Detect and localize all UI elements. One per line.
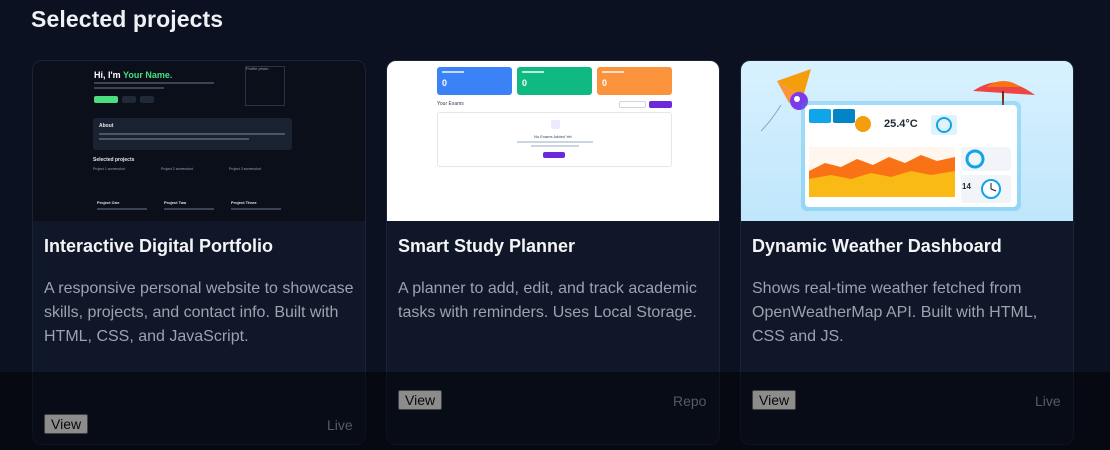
thumb-greeting: Hi, I'm Your Name. bbox=[94, 70, 173, 80]
view-button[interactable]: View bbox=[752, 390, 797, 410]
thumb-photo bbox=[245, 66, 285, 106]
thumb-clock: 14 bbox=[962, 182, 971, 191]
project-thumbnail: Hi, I'm Your Name. Profile photo About S… bbox=[33, 61, 365, 221]
project-description: A planner to add, edit, and track academ… bbox=[398, 280, 697, 321]
thumb-stat-card: 0 bbox=[517, 67, 592, 95]
project-description: Shows real-time weather fetched from Ope… bbox=[752, 280, 1038, 345]
live-link[interactable]: Live bbox=[327, 417, 353, 433]
project-thumbnail: 25.4°C 14 bbox=[741, 61, 1073, 221]
project-description: A responsive personal website to showcas… bbox=[44, 280, 354, 345]
project-card-study-planner: 0 0 0 Your Exams No Exams Added Yet Smar… bbox=[386, 60, 720, 445]
thumb-temperature: 25.4°C bbox=[884, 118, 918, 130]
repo-link[interactable]: Repo bbox=[673, 393, 706, 409]
thumb-stat-card: 0 bbox=[597, 67, 672, 95]
view-button[interactable]: View bbox=[44, 414, 89, 434]
calendar-icon bbox=[551, 120, 560, 129]
project-card-weather: 25.4°C 14 Dynamic Weather Dashboard Show… bbox=[740, 60, 1074, 445]
project-title: Dynamic Weather Dashboard bbox=[752, 236, 1002, 256]
thumb-stat-card: 0 bbox=[437, 67, 512, 95]
view-button[interactable]: View bbox=[398, 390, 443, 410]
project-card-portfolio: Hi, I'm Your Name. Profile photo About S… bbox=[32, 60, 366, 445]
live-link[interactable]: Live bbox=[1035, 393, 1061, 409]
section-title: Selected projects bbox=[31, 6, 224, 32]
project-title: Interactive Digital Portfolio bbox=[44, 236, 274, 256]
weather-illustration bbox=[760, 69, 1035, 211]
project-thumbnail: 0 0 0 Your Exams No Exams Added Yet bbox=[387, 61, 719, 221]
thumb-add-button bbox=[543, 152, 565, 158]
project-title: Smart Study Planner bbox=[398, 236, 576, 256]
